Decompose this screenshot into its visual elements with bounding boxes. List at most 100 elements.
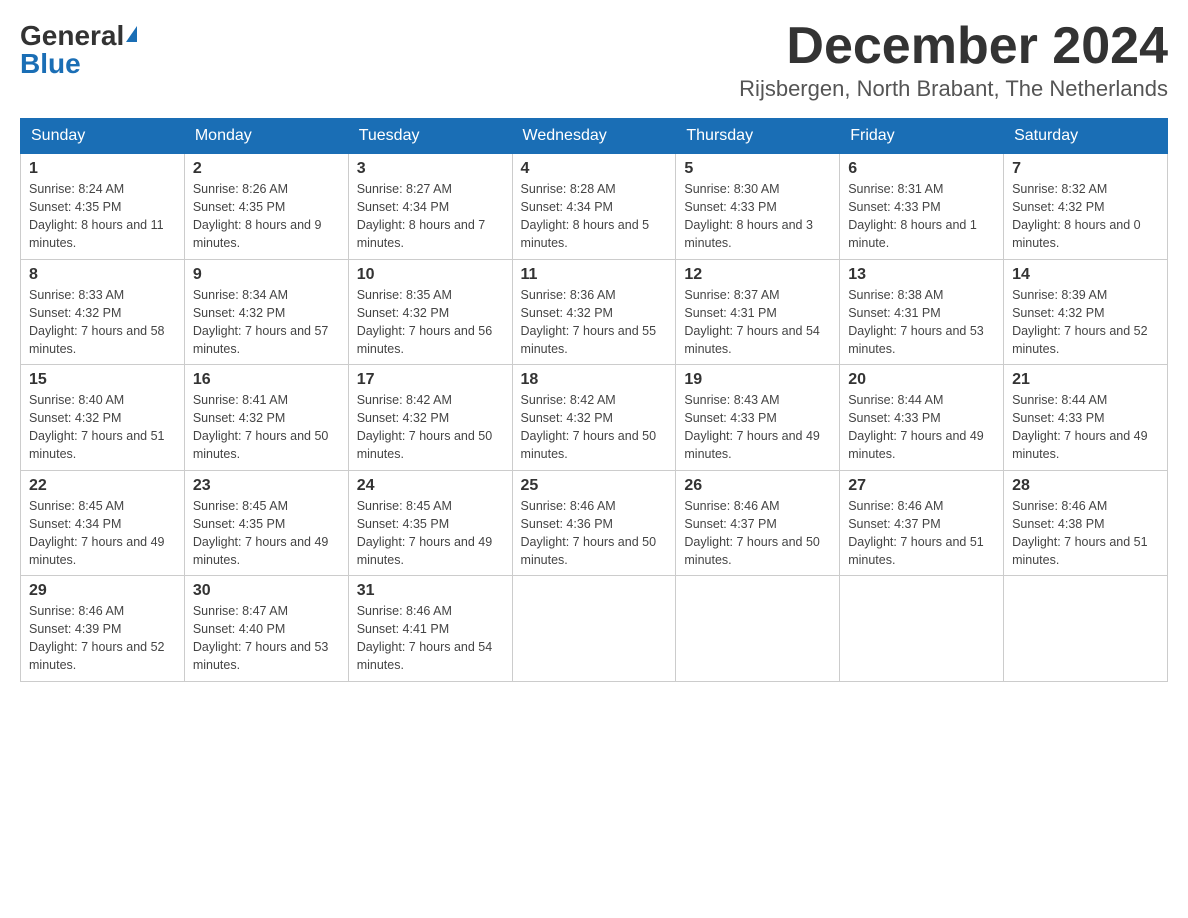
- title-area: December 2024 Rijsbergen, North Brabant,…: [739, 20, 1168, 102]
- calendar-cell: 9Sunrise: 8:34 AMSunset: 4:32 PMDaylight…: [184, 259, 348, 365]
- day-number: 7: [1012, 160, 1159, 178]
- calendar-cell: 23Sunrise: 8:45 AMSunset: 4:35 PMDayligh…: [184, 470, 348, 576]
- day-number: 9: [193, 266, 340, 284]
- calendar-cell: 12 Sunrise: 8:37 AMSunset: 4:31 PMDayligh…: [676, 259, 840, 365]
- calendar-week-row: 15Sunrise: 8:40 AMSunset: 4:32 PMDayligh…: [21, 365, 1168, 471]
- day-number: 1: [29, 160, 176, 178]
- day-number: 18: [521, 371, 668, 389]
- day-of-week-header: Saturday: [1004, 119, 1168, 154]
- day-number: 23: [193, 477, 340, 495]
- calendar-cell: 25 Sunrise: 8:46 AMSunset: 4:36 PMDayligh…: [512, 470, 676, 576]
- calendar-cell: 7Sunrise: 8:32 AMSunset: 4:32 PMDaylight…: [1004, 154, 1168, 260]
- day-number: 19: [684, 371, 831, 389]
- day-info: Sunrise: 8:39 AMSunset: 4:32 PMDaylight:…: [1012, 286, 1159, 359]
- day-info: Sunrise: 8:46 AMSunset: 4:37 PMDaylight:…: [684, 497, 831, 570]
- calendar-title: December 2024: [739, 20, 1168, 72]
- day-info: Sunrise: 8:33 AMSunset: 4:32 PMDaylight:…: [29, 286, 176, 359]
- header: General Blue December 2024 Rijsbergen, N…: [20, 20, 1168, 102]
- calendar-cell: 5 Sunrise: 8:30 AMSunset: 4:33 PMDaylight…: [676, 154, 840, 260]
- day-number: 24: [357, 477, 504, 495]
- calendar-cell: 30Sunrise: 8:47 AMSunset: 4:40 PMDayligh…: [184, 576, 348, 682]
- day-number: 6: [848, 160, 995, 178]
- day-number: 20: [848, 371, 995, 389]
- day-info: Sunrise: 8:45 AMSunset: 4:35 PMDaylight:…: [357, 497, 504, 570]
- calendar-cell: 17 Sunrise: 8:42 AMSunset: 4:32 PMDayligh…: [348, 365, 512, 471]
- calendar-cell: [1004, 576, 1168, 682]
- calendar-table: SundayMondayTuesdayWednesdayThursdayFrid…: [20, 118, 1168, 682]
- calendar-cell: 22Sunrise: 8:45 AMSunset: 4:34 PMDayligh…: [21, 470, 185, 576]
- day-info: Sunrise: 8:46 AMSunset: 4:39 PMDaylight:…: [29, 602, 176, 675]
- calendar-cell: 6 Sunrise: 8:31 AMSunset: 4:33 PMDaylight…: [840, 154, 1004, 260]
- logo-triangle-icon: [126, 26, 137, 42]
- calendar-week-row: 1 Sunrise: 8:24 AMSunset: 4:35 PMDaylight…: [21, 154, 1168, 260]
- calendar-week-row: 29 Sunrise: 8:46 AMSunset: 4:39 PMDayligh…: [21, 576, 1168, 682]
- day-info: Sunrise: 8:37 AMSunset: 4:31 PMDaylight:…: [684, 286, 831, 359]
- day-number: 2: [193, 160, 340, 178]
- calendar-cell: 19 Sunrise: 8:43 AMSunset: 4:33 PMDayligh…: [676, 365, 840, 471]
- day-info: Sunrise: 8:24 AMSunset: 4:35 PMDaylight:…: [29, 180, 176, 253]
- day-number: 12: [684, 266, 831, 284]
- day-info: Sunrise: 8:26 AMSunset: 4:35 PMDaylight:…: [193, 180, 340, 253]
- day-info: Sunrise: 8:35 AMSunset: 4:32 PMDaylight:…: [357, 286, 504, 359]
- day-number: 22: [29, 477, 176, 495]
- day-number: 8: [29, 266, 176, 284]
- calendar-cell: 1 Sunrise: 8:24 AMSunset: 4:35 PMDaylight…: [21, 154, 185, 260]
- day-info: Sunrise: 8:31 AMSunset: 4:33 PMDaylight:…: [848, 180, 995, 253]
- calendar-cell: 14 Sunrise: 8:39 AMSunset: 4:32 PMDayligh…: [1004, 259, 1168, 365]
- day-of-week-header: Tuesday: [348, 119, 512, 154]
- day-info: Sunrise: 8:30 AMSunset: 4:33 PMDaylight:…: [684, 180, 831, 253]
- calendar-cell: 15Sunrise: 8:40 AMSunset: 4:32 PMDayligh…: [21, 365, 185, 471]
- calendar-cell: 3Sunrise: 8:27 AMSunset: 4:34 PMDaylight…: [348, 154, 512, 260]
- day-info: Sunrise: 8:46 AMSunset: 4:36 PMDaylight:…: [521, 497, 668, 570]
- day-of-week-header: Wednesday: [512, 119, 676, 154]
- day-of-week-header: Monday: [184, 119, 348, 154]
- day-number: 25: [521, 477, 668, 495]
- calendar-cell: [840, 576, 1004, 682]
- calendar-subtitle: Rijsbergen, North Brabant, The Netherlan…: [739, 76, 1168, 102]
- calendar-cell: [676, 576, 840, 682]
- day-info: Sunrise: 8:40 AMSunset: 4:32 PMDaylight:…: [29, 391, 176, 464]
- calendar-cell: 27Sunrise: 8:46 AMSunset: 4:37 PMDayligh…: [840, 470, 1004, 576]
- day-number: 10: [357, 266, 504, 284]
- calendar-week-row: 8 Sunrise: 8:33 AMSunset: 4:32 PMDaylight…: [21, 259, 1168, 365]
- day-number: 17: [357, 371, 504, 389]
- calendar-cell: 20 Sunrise: 8:44 AMSunset: 4:33 PMDayligh…: [840, 365, 1004, 471]
- day-number: 27: [848, 477, 995, 495]
- calendar-cell: 8 Sunrise: 8:33 AMSunset: 4:32 PMDaylight…: [21, 259, 185, 365]
- calendar-cell: 28 Sunrise: 8:46 AMSunset: 4:38 PMDayligh…: [1004, 470, 1168, 576]
- day-number: 28: [1012, 477, 1159, 495]
- day-number: 13: [848, 266, 995, 284]
- day-info: Sunrise: 8:46 AMSunset: 4:38 PMDaylight:…: [1012, 497, 1159, 570]
- day-info: Sunrise: 8:38 AMSunset: 4:31 PMDaylight:…: [848, 286, 995, 359]
- logo-area: General Blue: [20, 20, 139, 80]
- day-of-week-header: Friday: [840, 119, 1004, 154]
- day-number: 30: [193, 582, 340, 600]
- day-info: Sunrise: 8:44 AMSunset: 4:33 PMDaylight:…: [1012, 391, 1159, 464]
- day-info: Sunrise: 8:41 AMSunset: 4:32 PMDaylight:…: [193, 391, 340, 464]
- day-number: 11: [521, 266, 668, 284]
- day-number: 5: [684, 160, 831, 178]
- day-info: Sunrise: 8:28 AMSunset: 4:34 PMDaylight:…: [521, 180, 668, 253]
- day-info: Sunrise: 8:44 AMSunset: 4:33 PMDaylight:…: [848, 391, 995, 464]
- day-info: Sunrise: 8:43 AMSunset: 4:33 PMDaylight:…: [684, 391, 831, 464]
- day-info: Sunrise: 8:42 AMSunset: 4:32 PMDaylight:…: [521, 391, 668, 464]
- day-of-week-header: Sunday: [21, 119, 185, 154]
- day-number: 29: [29, 582, 176, 600]
- days-of-week-row: SundayMondayTuesdayWednesdayThursdayFrid…: [21, 119, 1168, 154]
- calendar-cell: 29 Sunrise: 8:46 AMSunset: 4:39 PMDayligh…: [21, 576, 185, 682]
- calendar-cell: 24 Sunrise: 8:45 AMSunset: 4:35 PMDayligh…: [348, 470, 512, 576]
- day-number: 16: [193, 371, 340, 389]
- calendar-cell: 21Sunrise: 8:44 AMSunset: 4:33 PMDayligh…: [1004, 365, 1168, 471]
- calendar-cell: 26 Sunrise: 8:46 AMSunset: 4:37 PMDayligh…: [676, 470, 840, 576]
- day-info: Sunrise: 8:42 AMSunset: 4:32 PMDaylight:…: [357, 391, 504, 464]
- calendar-cell: 16 Sunrise: 8:41 AMSunset: 4:32 PMDayligh…: [184, 365, 348, 471]
- day-number: 31: [357, 582, 504, 600]
- day-number: 14: [1012, 266, 1159, 284]
- calendar-cell: 2 Sunrise: 8:26 AMSunset: 4:35 PMDaylight…: [184, 154, 348, 260]
- day-number: 3: [357, 160, 504, 178]
- calendar-cell: 31 Sunrise: 8:46 AMSunset: 4:41 PMDayligh…: [348, 576, 512, 682]
- day-number: 26: [684, 477, 831, 495]
- day-info: Sunrise: 8:46 AMSunset: 4:41 PMDaylight:…: [357, 602, 504, 675]
- calendar-cell: 10 Sunrise: 8:35 AMSunset: 4:32 PMDayligh…: [348, 259, 512, 365]
- calendar-cell: [512, 576, 676, 682]
